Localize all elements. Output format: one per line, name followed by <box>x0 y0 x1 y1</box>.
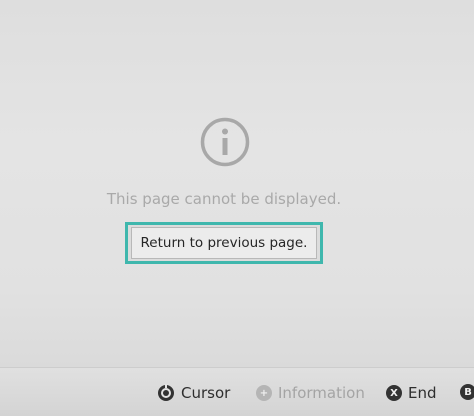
cursor-hint-label: Cursor <box>181 384 231 402</box>
error-message: This page cannot be displayed. <box>106 190 342 208</box>
information-hint-label: Information <box>278 384 365 402</box>
x-button-icon: X <box>386 385 402 401</box>
plus-button-icon: + <box>256 385 272 401</box>
stick-icon <box>158 384 174 401</box>
cursor-hint: Cursor <box>157 384 230 402</box>
b-button-hint: B <box>460 384 474 400</box>
return-button-label: Return to previous page. <box>131 227 317 259</box>
footer-controls-bar: Cursor + Information X End B <box>0 367 474 416</box>
b-button-icon: B <box>460 384 474 400</box>
error-page: This page cannot be displayed. Return to… <box>0 0 474 365</box>
information-hint: + Information <box>256 384 365 402</box>
info-icon <box>200 117 250 167</box>
end-hint: X End <box>386 384 437 402</box>
end-hint-label: End <box>408 384 437 402</box>
return-to-previous-page-button[interactable]: Return to previous page. <box>125 222 323 264</box>
